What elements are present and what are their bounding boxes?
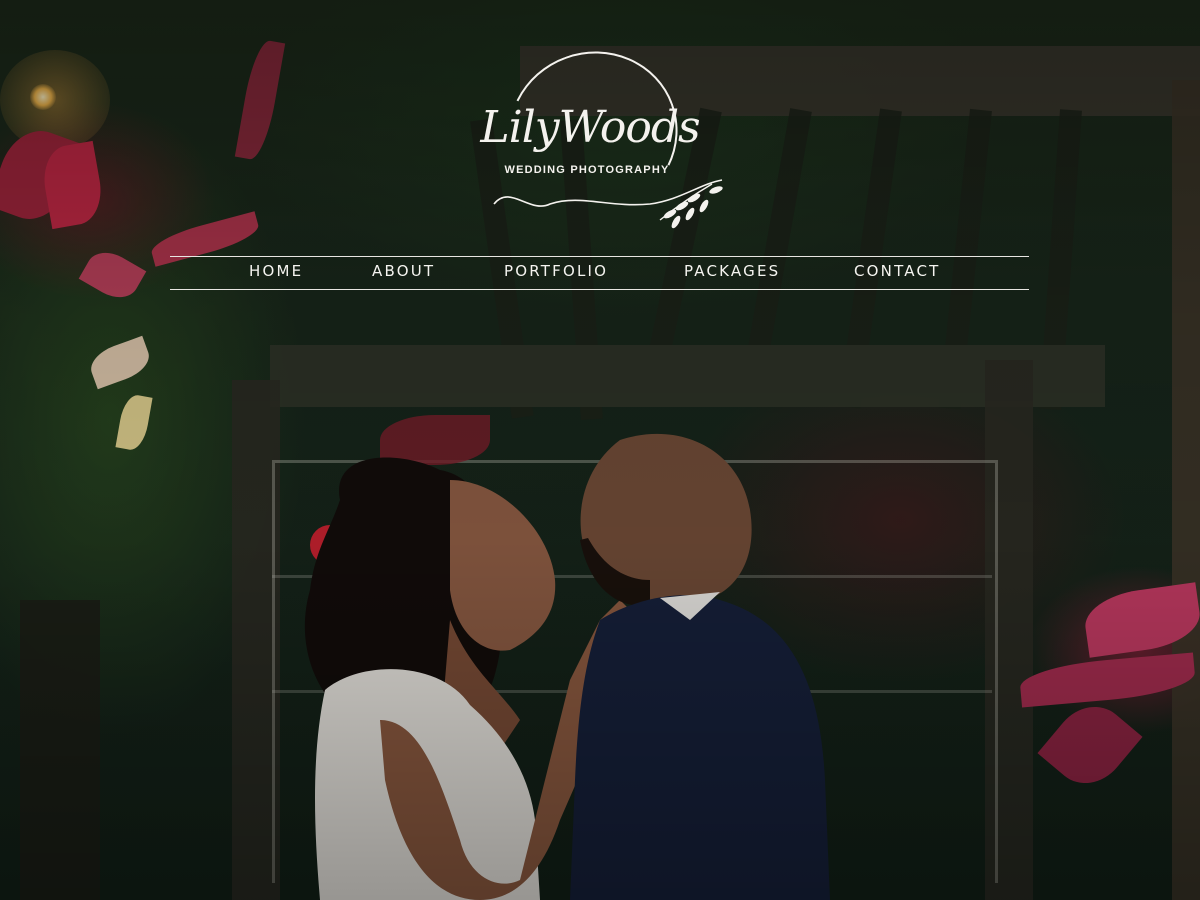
nav-about[interactable]: ABOUT [372,262,435,280]
nav-top-rule [170,256,1029,257]
nav-contact[interactable]: CONTACT [854,262,941,280]
nav-bottom-rule [170,289,1029,290]
nav-portfolio[interactable]: PORTFOLIO [504,262,608,280]
nav-home[interactable]: HOME [249,262,303,280]
logo-wordmark: LilyWoods [480,102,700,153]
site-logo[interactable]: LilyWoods WEDDING PHOTOGRAPHY [470,27,730,239]
main-nav: HOME ABOUT PORTFOLIO PACKAGES CONTACT [170,258,1029,286]
nav-packages[interactable]: PACKAGES [684,262,780,280]
leaf-sprig-icon [493,179,723,229]
